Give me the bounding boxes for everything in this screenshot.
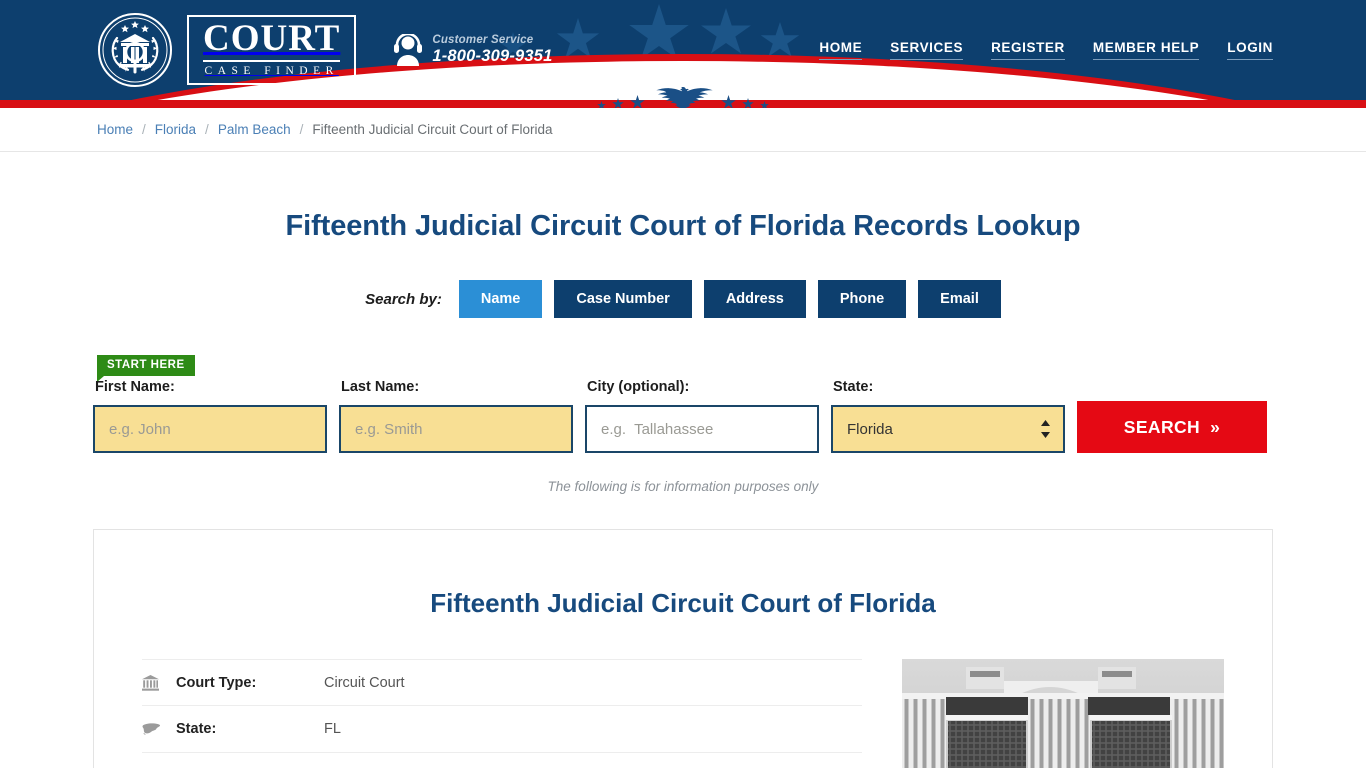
court-type-value: Circuit Court	[324, 674, 405, 691]
logo-word-main: COURT	[203, 20, 341, 62]
us-map-icon	[142, 722, 176, 736]
nav-member-help[interactable]: MEMBER HELP	[1092, 40, 1200, 60]
breadcrumb-item-palm-beach[interactable]: Palm Beach	[218, 122, 291, 137]
logo-wordmark: COURT CASE FINDER	[187, 14, 357, 86]
city-field-group: City (optional):	[585, 379, 819, 453]
site-logo[interactable]: COURT CASE FINDER	[97, 12, 357, 88]
double-chevron-right-icon: »	[1210, 416, 1221, 437]
court-seal-icon	[98, 13, 172, 87]
page-title: Fifteenth Judicial Circuit Court of Flor…	[285, 210, 1081, 242]
first-name-field-group: First Name:	[93, 379, 327, 453]
city-label: City (optional):	[587, 379, 690, 395]
first-name-input[interactable]	[93, 405, 327, 453]
search-button-label: SEARCH	[1123, 416, 1201, 437]
last-name-input[interactable]	[339, 405, 573, 453]
customer-service-label: Customer Service	[432, 33, 534, 46]
breadcrumb-separator: /	[142, 122, 146, 137]
table-row: County: Palm Beach	[142, 753, 862, 768]
state-select[interactable]: AlabamaAlaskaArizonaArkansasCaliforniaCo…	[831, 405, 1065, 453]
court-detail-card: Fifteenth Judicial Circuit Court of Flor…	[93, 529, 1273, 768]
tab-email[interactable]: Email	[918, 280, 1001, 318]
customer-service-block: Customer Service 1-800-309-9351	[393, 33, 552, 67]
bank-building-icon	[142, 674, 176, 691]
state-row-label: State:	[176, 721, 217, 737]
state-label: State:	[833, 379, 874, 395]
breadcrumb-item-home[interactable]: Home	[97, 122, 133, 137]
nav-register[interactable]: REGISTER	[991, 40, 1065, 60]
nav-home[interactable]: HOME	[819, 40, 863, 60]
breadcrumb-item-florida[interactable]: Florida	[155, 122, 196, 137]
last-name-label: Last Name:	[341, 379, 420, 395]
breadcrumb-item-current: Fifteenth Judicial Circuit Court of Flor…	[312, 122, 553, 137]
site-header: COURT CASE FINDER Customer Service 1-800…	[0, 0, 1366, 108]
disclaimer-text: The following is for information purpose…	[547, 479, 819, 494]
tab-address[interactable]: Address	[703, 280, 806, 318]
table-row: State: FL	[142, 706, 862, 753]
main-content: Fifteenth Judicial Circuit Court of Flor…	[93, 210, 1273, 768]
breadcrumb-separator: /	[299, 122, 304, 137]
table-row: Court Type: Circuit Court	[142, 659, 862, 706]
search-button[interactable]: SEARCH »	[1077, 401, 1267, 453]
first-name-label: First Name:	[95, 379, 175, 395]
court-type-label: Court Type:	[176, 674, 257, 691]
start-here-badge: START HERE	[97, 355, 195, 382]
customer-service-phone[interactable]: 1-800-309-9351	[432, 47, 552, 67]
breadcrumb-bar: Home / Florida / Palm Beach / Fifteenth …	[0, 108, 1366, 152]
tab-phone[interactable]: Phone	[817, 280, 907, 318]
eagle-banner-decoration	[597, 84, 769, 108]
courthouse-photo	[902, 659, 1224, 768]
state-row-value: FL	[324, 721, 341, 737]
eagle-icon	[656, 87, 713, 108]
state-field-group: State: AlabamaAlaskaArizonaArkansasCalif…	[831, 379, 1065, 453]
search-form: START HERE First Name: Last Name: City (…	[93, 355, 1273, 465]
logo-word-sub: CASE FINDER	[204, 64, 339, 77]
nav-login[interactable]: LOGIN	[1227, 40, 1273, 60]
tab-name[interactable]: Name	[458, 280, 543, 318]
search-by-label: Search by:	[365, 290, 442, 308]
main-navigation: HOME SERVICES REGISTER MEMBER HELP LOGIN	[819, 40, 1273, 60]
headset-support-icon	[394, 33, 423, 66]
breadcrumb: Home / Florida / Palm Beach / Fifteenth …	[93, 122, 1273, 137]
tab-case-number[interactable]: Case Number	[554, 280, 692, 318]
nav-services[interactable]: SERVICES	[890, 40, 964, 60]
city-input[interactable]	[585, 405, 819, 453]
breadcrumb-separator: /	[205, 122, 209, 137]
search-by-tabs: Search by: Name Case Number Address Phon…	[93, 280, 1273, 318]
last-name-field-group: Last Name:	[339, 379, 573, 453]
court-details-list: Court Type: Circuit Court State: FL	[142, 659, 862, 768]
court-name-title: Fifteenth Judicial Circuit Court of Flor…	[430, 588, 936, 618]
